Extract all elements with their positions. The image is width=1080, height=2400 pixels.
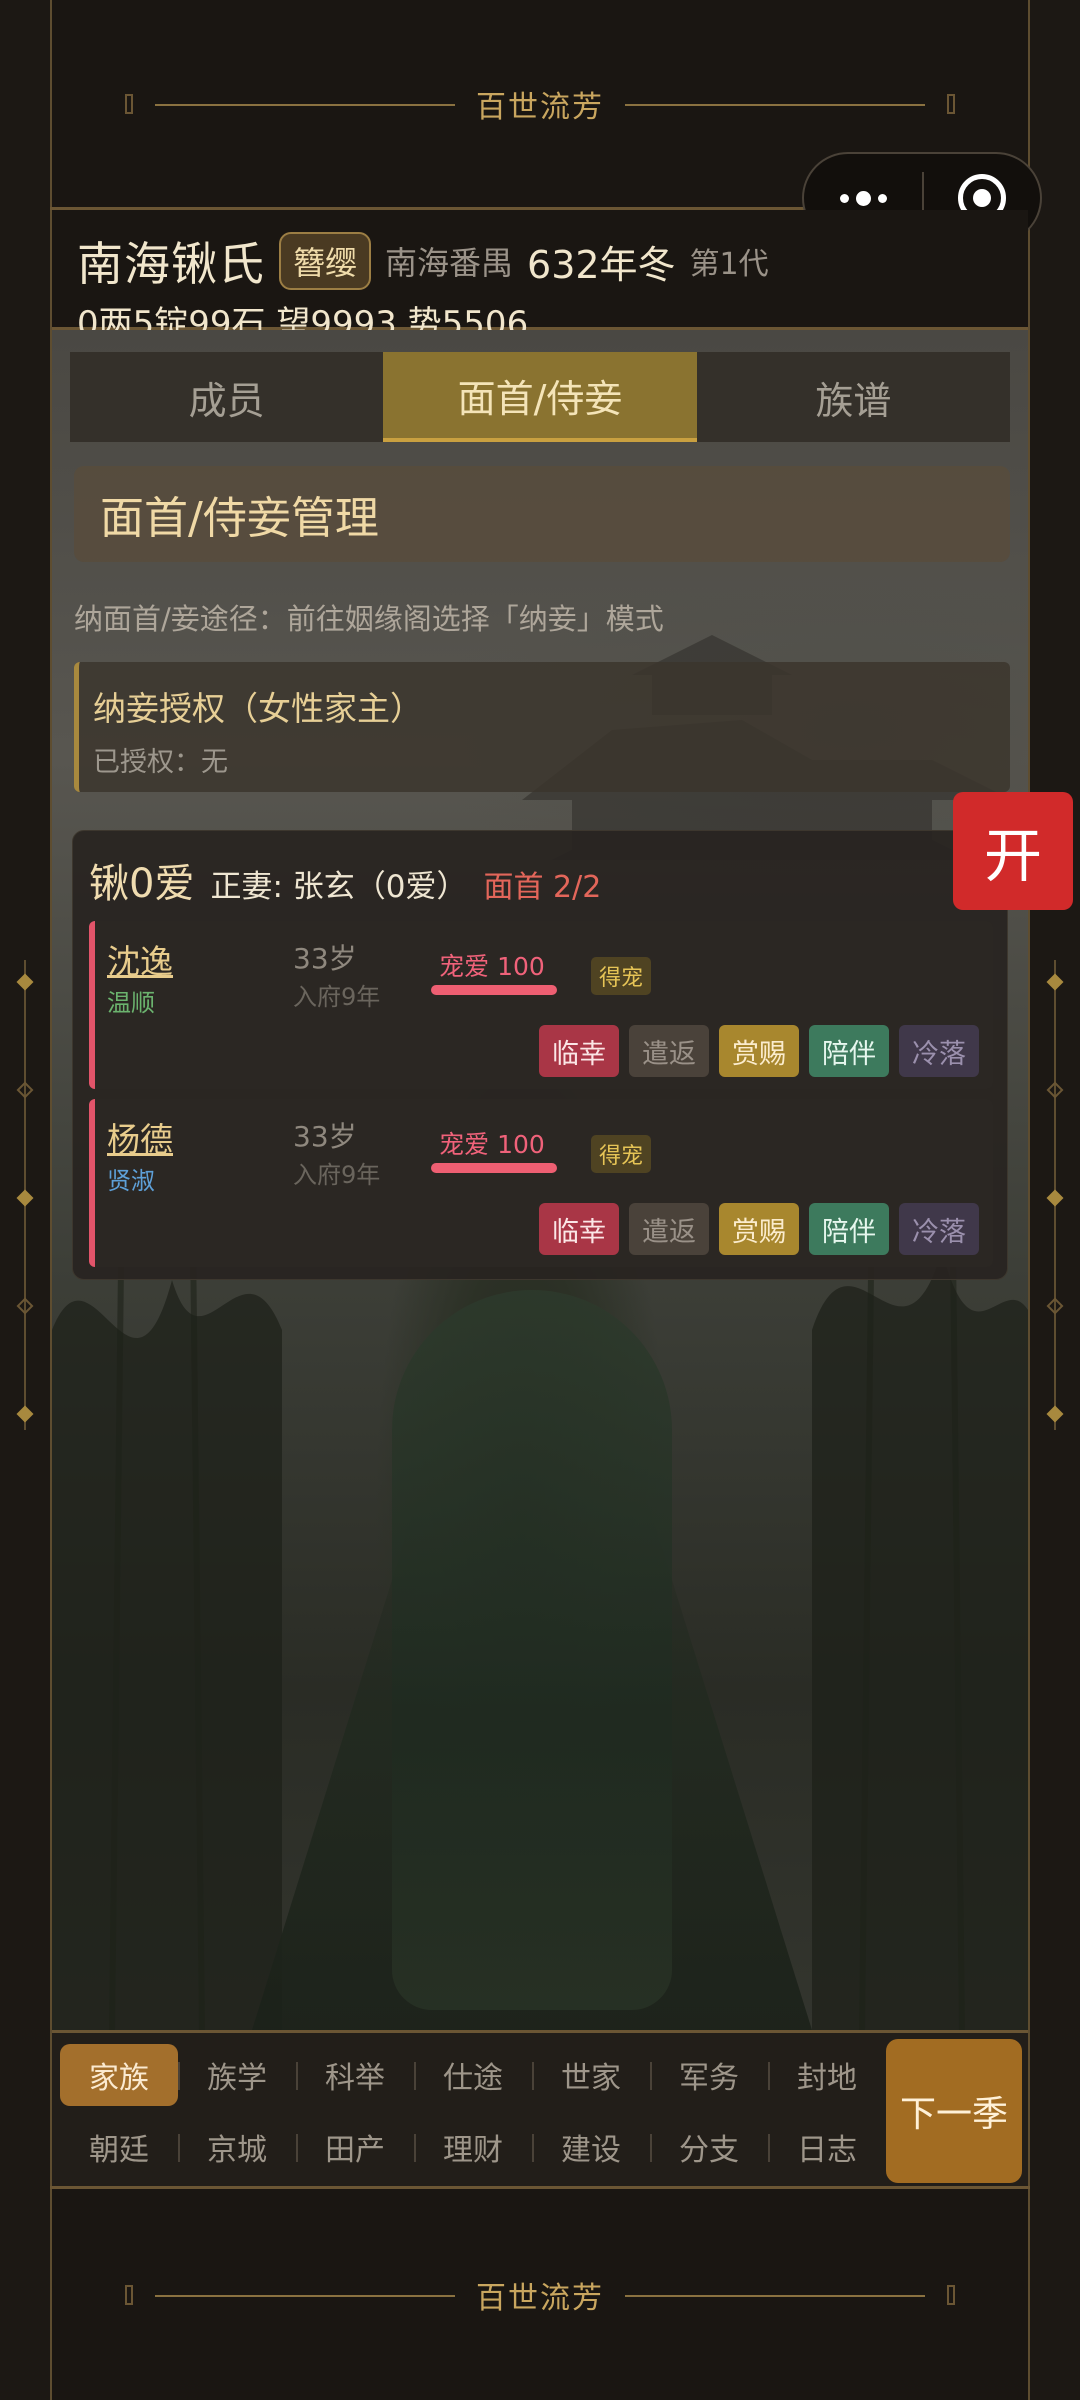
nav-row-2: 朝廷 京城 田产 理财 建设 分支 日志 xyxy=(60,2111,886,2183)
favor-bar xyxy=(431,1163,557,1173)
banner-title: 百世流芳 xyxy=(464,81,616,126)
nav-item-estates[interactable]: 田产 xyxy=(296,2116,414,2178)
left-diamond xyxy=(16,1405,34,1423)
main-content: 成员 面首/侍妾 族谱 面首/侍妾管理 纳面首/妾途径：前往姻缘阁选择「纳妾」模… xyxy=(52,330,1028,2030)
concubine-name[interactable]: 杨德 xyxy=(107,1113,173,1161)
left-diamond xyxy=(16,973,34,991)
nav-item-school[interactable]: 族学 xyxy=(178,2044,296,2106)
left-diamond xyxy=(16,1081,34,1099)
open-button[interactable]: 开 xyxy=(953,792,1073,910)
rank-badge: 簪缨 xyxy=(279,232,372,290)
concubine-count: 面首 2/2 xyxy=(483,870,602,905)
concubine-years: 入府9年 xyxy=(293,1161,381,1189)
favor-label: 宠爱 100 xyxy=(439,952,545,981)
concubine-age: 33岁 xyxy=(293,1120,357,1153)
reward-button[interactable]: 赏赐 xyxy=(719,1203,799,1255)
section-title: 面首/侍妾管理 xyxy=(74,466,1010,562)
status-badge: 得宠 xyxy=(591,1135,652,1173)
banner-line-left xyxy=(155,2294,455,2297)
bottom-banner: 百世流芳 xyxy=(50,2186,1030,2400)
concubine-age: 33岁 xyxy=(293,942,357,975)
favor-bar xyxy=(431,985,557,995)
nav-item-career[interactable]: 仕途 xyxy=(414,2044,532,2106)
tab-genealogy[interactable]: 族谱 xyxy=(697,352,1010,442)
main-wife: 正妻: 张玄（0爱） xyxy=(210,869,468,905)
nav-item-court[interactable]: 朝廷 xyxy=(60,2116,178,2178)
concubine-trait: 贤淑 xyxy=(107,1167,155,1195)
clan-header: 南海锹氏 簪缨 南海番禺 632年冬 第1代 0两5锭99石 望9993 势55… xyxy=(52,210,1028,344)
concubine-trait: 温顺 xyxy=(107,989,155,1017)
neglect-button[interactable]: 冷落 xyxy=(899,1203,979,1255)
concubine-card: 杨德 贤淑 33岁 入府9年 宠爱 100 得宠 临幸 遣返 赏赐 陪伴 冷落 xyxy=(89,1099,993,1267)
figure-body xyxy=(392,1290,672,2010)
authorization-value: 已授权：无 xyxy=(93,747,228,778)
clan-name: 南海锹氏 xyxy=(77,237,265,291)
nav-item-log[interactable]: 日志 xyxy=(768,2116,886,2178)
left-diamond xyxy=(16,1189,34,1207)
favor-label: 宠爱 100 xyxy=(439,1130,545,1159)
nav-row-1: 家族 族学 科举 仕途 世家 军务 封地 xyxy=(60,2039,886,2111)
nav-item-clans[interactable]: 世家 xyxy=(532,2044,650,2106)
nav-item-build[interactable]: 建设 xyxy=(532,2116,650,2178)
accompany-button[interactable]: 陪伴 xyxy=(809,1025,889,1077)
concubine-card: 沈逸 温顺 33岁 入府9年 宠爱 100 得宠 临幸 遣返 赏赐 陪伴 冷落 xyxy=(89,921,993,1089)
tab-members[interactable]: 成员 xyxy=(70,352,383,442)
banner-cap-left xyxy=(125,93,133,114)
spouse-name: 锹0爱 xyxy=(89,861,195,907)
tab-bar: 成员 面首/侍妾 族谱 xyxy=(70,352,1010,442)
concubine-name[interactable]: 沈逸 xyxy=(107,935,173,983)
dismiss-button[interactable]: 遣返 xyxy=(629,1025,709,1077)
nav-item-exam[interactable]: 科举 xyxy=(296,2044,414,2106)
banner-line-right xyxy=(625,103,925,106)
banner-line-left xyxy=(155,103,455,106)
action-buttons: 临幸 遣返 赏赐 陪伴 冷落 xyxy=(539,1203,979,1255)
banner-title: 百世流芳 xyxy=(464,2272,616,2317)
status-badge: 得宠 xyxy=(591,957,652,995)
right-diamond xyxy=(1046,973,1064,991)
nav-item-fief[interactable]: 封地 xyxy=(768,2044,886,2106)
bottom-nav: 家族 族学 科举 仕途 世家 军务 封地 朝廷 京城 田产 理财 建设 分支 日… xyxy=(52,2030,1028,2186)
dismiss-button[interactable]: 遣返 xyxy=(629,1203,709,1255)
nav-item-branch[interactable]: 分支 xyxy=(650,2116,768,2178)
right-diamond xyxy=(1046,1081,1064,1099)
nav-item-military[interactable]: 军务 xyxy=(650,2044,768,2106)
authorization-box: 纳妾授权（女性家主） 已授权：无 xyxy=(74,662,1010,792)
path-note: 纳面首/妾途径：前往姻缘阁选择「纳妾」模式 xyxy=(74,602,664,636)
clan-info-row: 南海锹氏 簪缨 南海番禺 632年冬 第1代 xyxy=(77,228,769,294)
generation: 第1代 xyxy=(689,247,769,282)
nav-item-finance[interactable]: 理财 xyxy=(414,2116,532,2178)
neglect-button[interactable]: 冷落 xyxy=(899,1025,979,1077)
banner-cap-left xyxy=(125,2284,133,2305)
right-diamond xyxy=(1046,1405,1064,1423)
nav-grid: 家族 族学 科举 仕途 世家 军务 封地 朝廷 京城 田产 理财 建设 分支 日… xyxy=(60,2039,886,2185)
action-buttons: 临幸 遣返 赏赐 陪伴 冷落 xyxy=(539,1025,979,1077)
right-diamond xyxy=(1046,1189,1064,1207)
accompany-button[interactable]: 陪伴 xyxy=(809,1203,889,1255)
left-diamond xyxy=(16,1297,34,1315)
banner-line-right xyxy=(625,2294,925,2297)
authorization-title: 纳妾授权（女性家主） xyxy=(93,689,423,728)
next-season-button[interactable]: 下一季 xyxy=(886,2039,1022,2183)
favor-visit-button[interactable]: 临幸 xyxy=(539,1203,619,1255)
nav-item-family[interactable]: 家族 xyxy=(60,2044,178,2106)
spouse-header: 锹0爱 正妻: 张玄（0爱） 面首 2/2 xyxy=(89,851,601,909)
concubine-years: 入府9年 xyxy=(293,983,381,1011)
right-diamond xyxy=(1046,1297,1064,1315)
reward-button[interactable]: 赏赐 xyxy=(719,1025,799,1077)
nav-item-capital[interactable]: 京城 xyxy=(178,2116,296,2178)
clan-place: 南海番禺 xyxy=(385,244,514,282)
banner-cap-right xyxy=(947,2284,955,2305)
favor-visit-button[interactable]: 临幸 xyxy=(539,1025,619,1077)
spouse-panel: 锹0爱 正妻: 张玄（0爱） 面首 2/2 沈逸 温顺 33岁 入府9年 宠爱 … xyxy=(72,830,1008,1280)
tab-concubines[interactable]: 面首/侍妾 xyxy=(383,352,697,442)
game-year: 632年冬 xyxy=(527,242,676,287)
banner-cap-right xyxy=(947,93,955,114)
